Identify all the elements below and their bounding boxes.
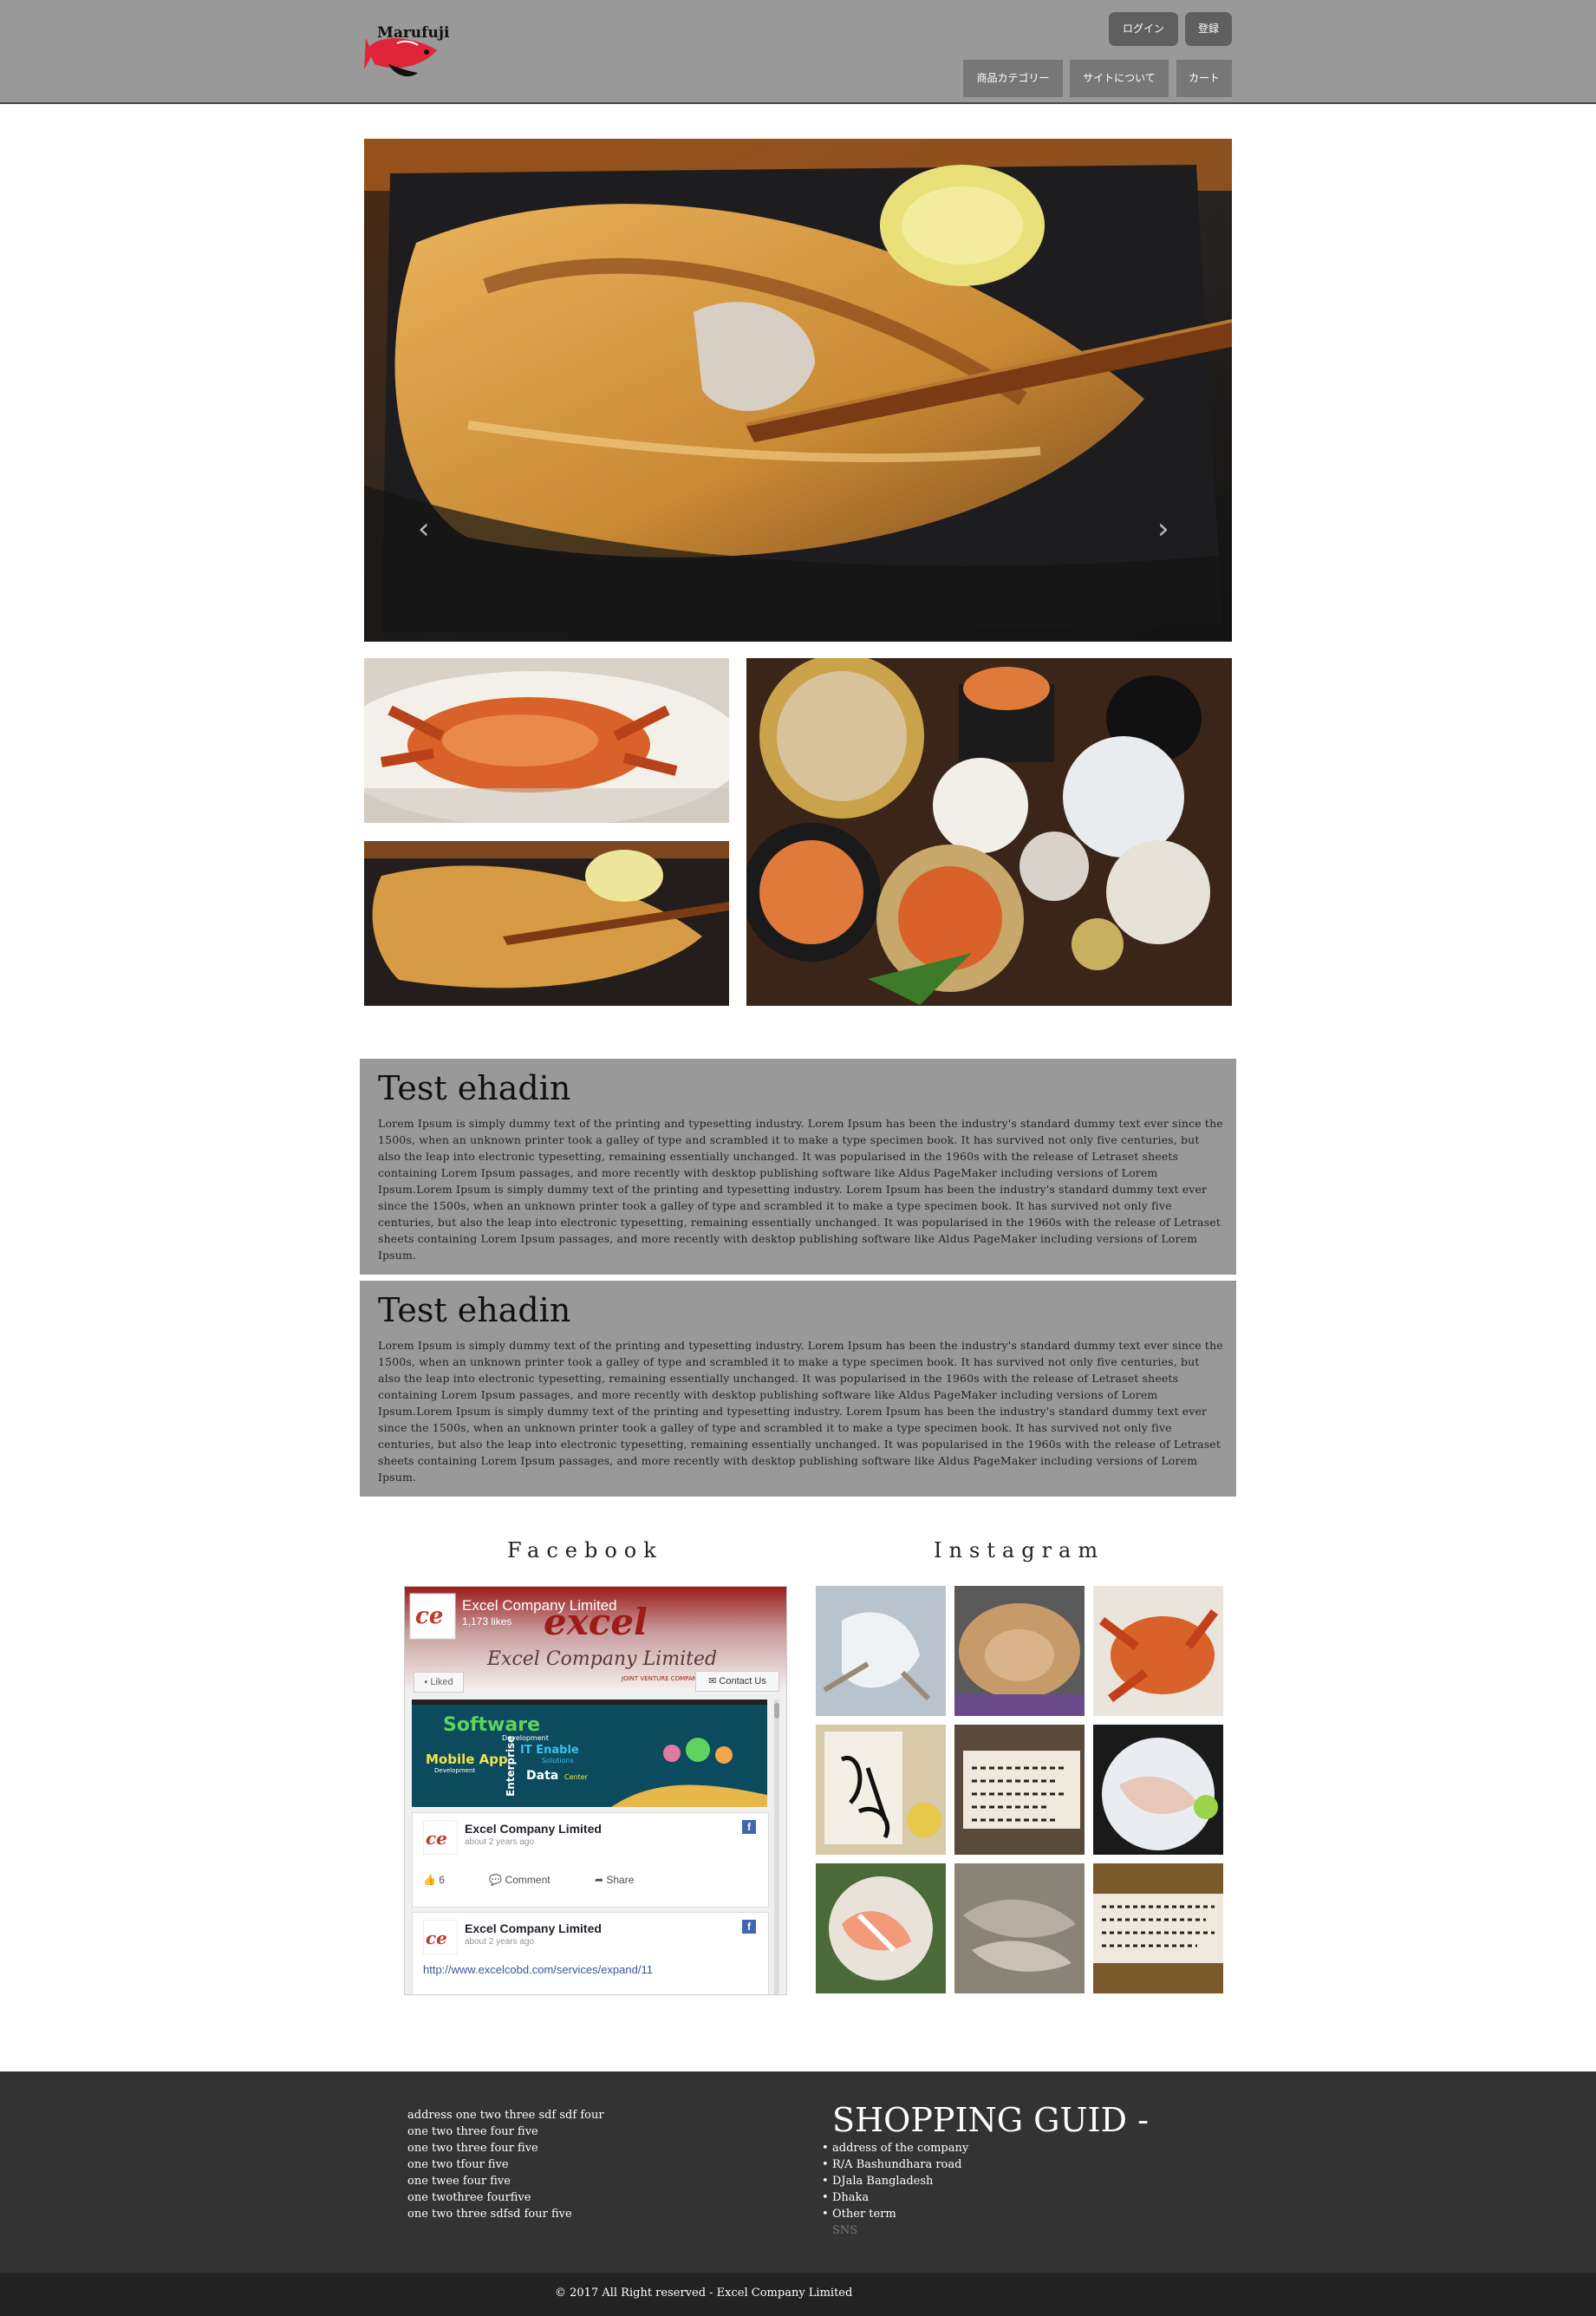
shopping-guide-item[interactable]: R/A Bashundhara road (822, 2156, 968, 2173)
fb-img-word: Mobile App (426, 1752, 508, 1767)
article-body: Lorem Ipsum is simply dummy text of the … (378, 1117, 1223, 1262)
facebook-page-widget[interactable]: excel Excel Company Limited JOINT VENTUR… (404, 1586, 787, 1995)
facebook-share-action[interactable]: ➦ Share (595, 1874, 655, 1886)
mail-icon: ✉ (708, 1676, 720, 1686)
login-button[interactable]: ログイン (1109, 12, 1178, 46)
svg-text:ce: ce (426, 1828, 447, 1849)
instagram-section-title: Instagram (934, 1538, 1105, 1562)
logo-text: Marufuji (377, 24, 450, 42)
facebook-banner-text: Excel Company Limited (486, 1648, 717, 1670)
scrollbar-thumb[interactable] (774, 1703, 779, 1719)
crab-photo[interactable] (364, 658, 729, 823)
nav-item-about-site[interactable]: サイトについて (1070, 60, 1169, 97)
facebook-comment-action[interactable]: 💬 Comment (489, 1874, 570, 1886)
shopping-guide-item[interactable]: address of the company (822, 2140, 968, 2156)
address-line: one two three four five (407, 2142, 538, 2155)
facebook-liked-label: Liked (430, 1677, 453, 1687)
site-header: Marufuji ログイン 登録 商品カテゴリー サイトについて カート (0, 0, 1596, 104)
facebook-contact-button[interactable]: ✉ Contact Us (695, 1671, 779, 1692)
grilled-fish-thumbnail-photo[interactable] (364, 841, 729, 1006)
copyright-text: © 2017 All Right reserved - Excel Compan… (555, 2287, 853, 2300)
facebook-post[interactable]: ce Excel Company Limited about 2 years a… (412, 1912, 769, 1994)
article-body: Lorem Ipsum is simply dummy text of the … (378, 1339, 1223, 1484)
facebook-like-action[interactable]: 👍 6 (423, 1874, 466, 1886)
fb-img-word: Center (564, 1773, 589, 1781)
article-card: Test ehadin Lorem Ipsum is simply dummy … (360, 1281, 1236, 1497)
nav-item-cart[interactable]: カート (1176, 60, 1232, 97)
crab-photo[interactable] (954, 1586, 1085, 1716)
facebook-page-name[interactable]: Excel Company Limited (462, 1597, 617, 1615)
facebook-likes-count: 1,173 likes (462, 1615, 512, 1628)
facebook-post-time[interactable]: about 2 years ago (465, 1837, 534, 1847)
shopping-guide-item[interactable]: Other term (822, 2206, 968, 2222)
svg-text:ce: ce (426, 1928, 447, 1948)
address-line: one two tfour five (407, 2158, 509, 2171)
shopping-guide-list: address of the company R/A Bashundhara r… (822, 2140, 968, 2239)
facebook-post-author[interactable]: Excel Company Limited (465, 1822, 602, 1836)
fb-img-word: Enterprise (505, 1736, 517, 1797)
facebook-contact-label: Contact Us (719, 1676, 766, 1686)
address-line: one two three sdfsd four five (407, 2208, 572, 2221)
facebook-post[interactable]: ce Excel Company Limited about 2 years a… (412, 1812, 769, 1908)
handwritten-menu-photo[interactable] (954, 1725, 1085, 1855)
svg-text:ce: ce (415, 1603, 443, 1629)
handwritten-menu-photo[interactable] (1093, 1863, 1223, 1993)
facebook-banner-subtext: JOINT VENTURE COMPANY (621, 1675, 701, 1682)
facebook-liked-button[interactable]: ▪ Liked (414, 1672, 464, 1693)
fish-photo[interactable] (954, 1863, 1085, 1993)
footer-address: address one two three sdf sdf four one t… (407, 2107, 604, 2222)
fb-img-word: Solutions (542, 1757, 574, 1765)
address-line: one twothree fourfive (407, 2191, 531, 2204)
fb-img-word: IT Enable (520, 1744, 579, 1757)
article-card: Test ehadin Lorem Ipsum is simply dummy … (360, 1059, 1236, 1275)
facebook-post-author[interactable]: Excel Company Limited (465, 1921, 602, 1935)
hero-carousel[interactable]: ‹ › (364, 139, 1232, 642)
nav-item-product-category[interactable]: 商品カテゴリー (963, 60, 1063, 97)
address-line: address one two three sdf sdf four (407, 2109, 604, 2122)
sashimi-photo[interactable] (816, 1863, 946, 1993)
calligraphy-photo[interactable] (816, 1725, 946, 1855)
shopping-guide-title: SHOPPING GUID - (832, 2101, 1149, 2139)
shopping-guide-item[interactable]: Dhaka (822, 2189, 968, 2206)
address-line: one two three four five (407, 2125, 538, 2138)
sashimi-photo[interactable] (1093, 1725, 1223, 1855)
register-button[interactable]: 登録 (1185, 12, 1232, 46)
facebook-share-label: Share (606, 1874, 635, 1886)
grilled-fish-photo (364, 139, 1232, 642)
facebook-post-avatar: ce (423, 1820, 458, 1855)
fb-img-word: Data (526, 1769, 558, 1783)
copyright-bar: © 2017 All Right reserved - Excel Compan… (0, 2273, 1596, 2316)
facebook-post-avatar: ce (423, 1920, 458, 1954)
facebook-post-time[interactable]: about 2 years ago (465, 1937, 534, 1947)
facebook-scrollbar[interactable] (774, 1699, 779, 1994)
address-line: one twee four five (407, 2175, 511, 2188)
facebook-logo-icon: f (742, 1820, 756, 1834)
facebook-comment-label: Comment (505, 1874, 550, 1886)
facebook-post-link[interactable]: http://www.excelcobd.com/services/expand… (423, 1963, 653, 1976)
fb-img-word: Software (443, 1714, 540, 1736)
shopping-guide-item-sns[interactable]: SNS (822, 2222, 968, 2239)
facebook-post-image[interactable]: Software Development Mobile App Developm… (412, 1699, 767, 1807)
seafood-feast-photo[interactable] (746, 658, 1232, 1006)
facebook-section-title: Facebook (507, 1538, 663, 1562)
facebook-logo-icon: f (742, 1920, 756, 1934)
crab-photo[interactable] (1093, 1586, 1223, 1716)
facebook-post-actions: 👍 6 💬 Comment ➦ Share (423, 1874, 675, 1886)
crab-shell-photo[interactable] (816, 1586, 946, 1716)
shopping-guide-item[interactable]: DJala Bangladesh (822, 2173, 968, 2189)
carousel-next-icon[interactable]: › (1157, 512, 1169, 546)
article-title: Test ehadin (378, 1291, 571, 1329)
facebook-like-count: 6 (439, 1874, 445, 1886)
fb-img-word: Development (434, 1767, 475, 1774)
article-title: Test ehadin (378, 1069, 571, 1107)
instagram-grid (816, 1586, 1223, 1993)
site-footer: address one two three sdf sdf four one t… (0, 2071, 1596, 2273)
carousel-prev-icon[interactable]: ‹ (418, 512, 430, 546)
